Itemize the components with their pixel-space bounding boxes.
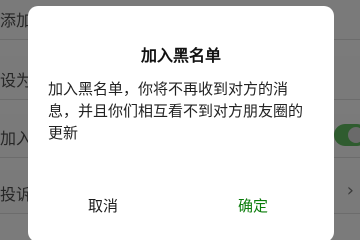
blacklist-confirm-dialog: 加入黑名单 加入黑名单，你将不再收到对方的消息，并且你们相互看不到对方朋友圈的更… [28,6,334,240]
chevron-right-icon: › [346,180,354,201]
toggle-knob [348,127,360,143]
cancel-button[interactable]: 取消 [28,194,178,218]
dialog-title: 加入黑名单 [140,46,221,65]
confirm-button[interactable]: 确定 [178,194,328,218]
dialog-message: 加入黑名单，你将不再收到对方的消息，并且你们相互看不到对方朋友圈的更新 [48,80,304,142]
dialog-actions: 取消 确定 [28,194,334,218]
blacklist-toggle [334,124,360,146]
